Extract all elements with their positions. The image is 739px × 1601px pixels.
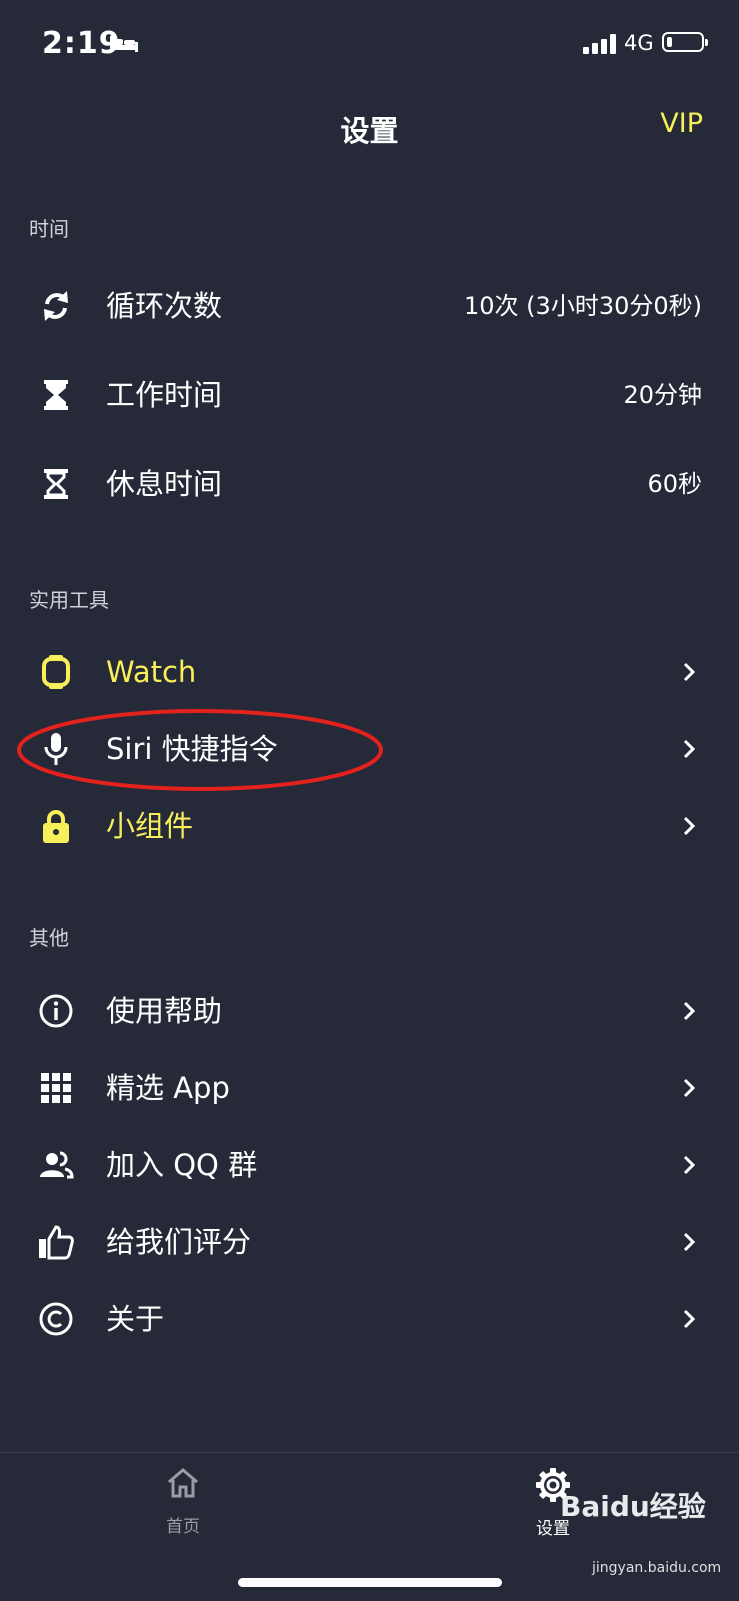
settings-row-value: 60秒 — [647, 470, 702, 498]
chevron-right-icon — [683, 1078, 696, 1098]
settings-row-cycles[interactable]: 循环次数 10次 (3小时30分0秒) — [0, 271, 739, 341]
page-title: 设置 — [340, 114, 399, 148]
settings-row-label: 小组件 — [106, 809, 194, 843]
section-title-time: 时间 — [29, 217, 69, 241]
copyright-icon — [39, 1302, 73, 1336]
settings-row-value: 10次 (3小时30分0秒) — [464, 292, 702, 320]
settings-row-label: 给我们评分 — [106, 1225, 252, 1259]
settings-row-widgets[interactable]: 小组件 — [0, 791, 739, 861]
settings-row-featured-apps[interactable]: 精选 App — [0, 1053, 739, 1123]
chevron-right-icon — [683, 662, 696, 682]
section-title-other: 其他 — [29, 926, 69, 950]
status-time: 2:19 — [42, 26, 121, 61]
chevron-right-icon — [683, 1001, 696, 1021]
settings-row-label: 关于 — [106, 1302, 165, 1336]
chevron-right-icon — [683, 1155, 696, 1175]
settings-row-label: 休息时间 — [106, 467, 223, 501]
settings-row-qq-group[interactable]: 加入 QQ 群 — [0, 1130, 739, 1200]
hourglass-full-icon — [44, 380, 68, 410]
people-icon — [40, 1151, 74, 1179]
settings-row-about[interactable]: 关于 — [0, 1284, 739, 1354]
annotation-oval — [17, 709, 383, 791]
settings-row-label: 使用帮助 — [106, 994, 223, 1028]
chevron-right-icon — [683, 1309, 696, 1329]
chevron-right-icon — [683, 1232, 696, 1252]
repeat-icon — [44, 291, 68, 321]
watch-icon — [42, 655, 70, 689]
section-title-tools: 实用工具 — [29, 588, 109, 612]
settings-row-label: 精选 App — [106, 1071, 230, 1105]
home-icon — [168, 1468, 198, 1498]
thumbs-up-icon — [39, 1225, 74, 1260]
settings-row-label: 工作时间 — [106, 378, 223, 412]
settings-row-label: Watch — [106, 655, 197, 689]
tab-home[interactable]: 首页 — [138, 1467, 228, 1537]
vip-button[interactable]: VIP — [660, 108, 703, 139]
chevron-right-icon — [683, 739, 696, 759]
settings-row-label: 加入 QQ 群 — [106, 1148, 258, 1182]
battery-icon — [662, 32, 708, 52]
home-indicator — [238, 1578, 502, 1587]
baidu-watermark: Baidu经验 — [560, 1490, 706, 1523]
chevron-right-icon — [683, 816, 696, 836]
network-type: 4G — [624, 31, 654, 55]
settings-row-rate-us[interactable]: 给我们评分 — [0, 1207, 739, 1277]
settings-row-help[interactable]: 使用帮助 — [0, 976, 739, 1046]
settings-row-value: 20分钟 — [623, 381, 702, 409]
settings-row-work-time[interactable]: 工作时间 20分钟 — [0, 360, 739, 430]
settings-row-label: 循环次数 — [106, 289, 223, 323]
settings-row-rest-time[interactable]: 休息时间 60秒 — [0, 449, 739, 519]
info-icon — [39, 994, 73, 1028]
signal-icon — [583, 34, 616, 54]
hourglass-empty-icon — [44, 469, 68, 499]
lock-icon — [43, 810, 69, 843]
grid-icon — [41, 1073, 71, 1103]
tab-home-label: 首页 — [166, 1517, 200, 1537]
baidu-watermark-url: jingyan.baidu.com — [592, 1560, 722, 1576]
bed-icon — [110, 36, 138, 52]
settings-row-watch[interactable]: Watch — [0, 637, 739, 707]
